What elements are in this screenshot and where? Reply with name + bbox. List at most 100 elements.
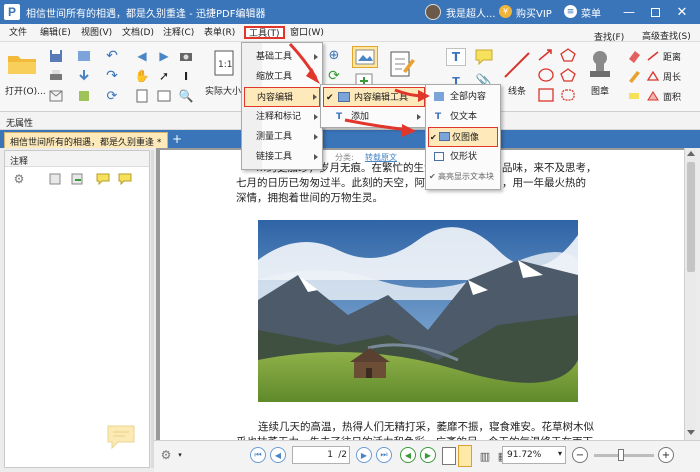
cloud-icon[interactable]: [558, 87, 578, 103]
note-icon[interactable]: [474, 48, 494, 66]
undo-icon[interactable]: ↶: [104, 48, 120, 64]
menu-view[interactable]: 视图(V): [81, 27, 112, 40]
refresh-icon[interactable]: ⟳: [326, 68, 342, 84]
back-icon[interactable]: ◀: [134, 48, 150, 64]
panel-export-icon[interactable]: [69, 171, 85, 187]
vip-icon[interactable]: ¥: [499, 5, 512, 18]
zoom-in-icon[interactable]: ⊕: [326, 47, 342, 63]
redo-icon[interactable]: ↷: [104, 68, 120, 84]
snapshot-icon[interactable]: [178, 48, 194, 64]
nav-back-icon[interactable]: ◀: [400, 447, 416, 463]
vertical-scrollbar[interactable]: [684, 148, 696, 440]
panel-splitter[interactable]: [151, 150, 154, 468]
next-page-icon[interactable]: ▶: [356, 447, 372, 463]
menu-file[interactable]: 文件: [9, 27, 27, 40]
advanced-find-icon[interactable]: [628, 27, 640, 39]
last-page-icon[interactable]: ⏭: [376, 447, 392, 463]
maximize-icon[interactable]: [648, 5, 662, 19]
eraser-icon[interactable]: [626, 48, 642, 64]
menu-edit[interactable]: 编辑(E): [40, 27, 71, 40]
gear-icon[interactable]: ⚙: [11, 171, 27, 187]
search-icon[interactable]: [578, 27, 590, 39]
minimize-icon[interactable]: —: [622, 5, 636, 19]
scroll-down-arrow-icon[interactable]: [687, 430, 695, 435]
text-box-icon[interactable]: T: [446, 48, 466, 66]
submenu-item-content-edit-tools[interactable]: ✔ 内容编辑工具: [323, 87, 425, 107]
tools-menu-item[interactable]: 基础工具: [242, 47, 322, 67]
page-input[interactable]: 1 /2: [292, 446, 350, 464]
rotate-icon[interactable]: ⟳: [104, 88, 120, 104]
save-icon[interactable]: [48, 48, 64, 64]
content-tool-shape-only[interactable]: 仅形状: [426, 147, 500, 167]
forward-icon[interactable]: ▶: [156, 48, 172, 64]
arrow-shape-icon[interactable]: [536, 47, 556, 63]
scan-icon[interactable]: [76, 48, 92, 64]
tools-menu-item-content-edit[interactable]: 内容编辑: [244, 87, 320, 107]
document-image[interactable]: [258, 220, 578, 402]
submenu-item-add[interactable]: T 添加: [321, 107, 425, 127]
continuous-view-icon[interactable]: [458, 445, 472, 467]
actual-size-label[interactable]: 实际大小: [205, 84, 241, 97]
email-icon[interactable]: [48, 88, 64, 104]
zoom-slider[interactable]: [594, 449, 654, 461]
line-icon[interactable]: [502, 50, 532, 80]
perimeter-tool[interactable]: 周长: [663, 70, 681, 83]
hand-tool-icon[interactable]: ✋: [134, 68, 150, 84]
status-settings-icon[interactable]: ⚙: [158, 447, 174, 463]
export-icon[interactable]: [76, 88, 92, 104]
pentagon-icon[interactable]: [558, 67, 578, 83]
nav-forward-icon[interactable]: ▶: [420, 447, 436, 463]
panel-import-icon[interactable]: [47, 171, 63, 187]
zoom-select[interactable]: 91.72% ▾: [502, 446, 566, 464]
scroll-up-arrow-icon[interactable]: [687, 151, 695, 156]
panel-filter-icon[interactable]: [117, 171, 133, 187]
ellipse-icon[interactable]: [536, 67, 556, 83]
rectangle-icon[interactable]: [536, 87, 556, 103]
open-folder-icon[interactable]: [6, 50, 38, 76]
main-menu-button[interactable]: 菜单: [581, 5, 601, 20]
find-button[interactable]: 查找(F): [594, 30, 624, 43]
tools-menu-item[interactable]: 链接工具: [242, 147, 322, 167]
panel-reply-icon[interactable]: [95, 171, 111, 187]
tools-menu-item[interactable]: 注释和标记: [242, 107, 322, 127]
pencil-icon[interactable]: [626, 68, 642, 84]
import-icon[interactable]: [76, 68, 92, 84]
menu-comment[interactable]: 注释(C): [163, 27, 194, 40]
select-tool-icon[interactable]: ➚: [156, 68, 172, 84]
content-tool-highlight-blocks[interactable]: ✔ 高亮显示文本块: [426, 167, 500, 187]
tools-menu-item[interactable]: 测量工具: [242, 127, 322, 147]
perimeter-icon[interactable]: [646, 70, 660, 82]
avatar[interactable]: [425, 4, 441, 20]
zoom-out-icon[interactable]: −: [572, 447, 588, 463]
lines-label[interactable]: 线条: [508, 84, 526, 97]
stamp-icon[interactable]: [586, 48, 614, 80]
menu-window[interactable]: 窗口(W): [290, 27, 324, 40]
fit-page-icon[interactable]: [134, 88, 150, 104]
zoom-icon[interactable]: 🔍: [178, 88, 194, 104]
edit-content-icon[interactable]: [352, 46, 378, 68]
single-page-view-icon[interactable]: [442, 447, 456, 465]
menu-document[interactable]: 文档(D): [122, 27, 154, 40]
print-icon[interactable]: [48, 68, 64, 84]
area-icon[interactable]: [646, 90, 660, 102]
content-tool-all[interactable]: 全部内容: [426, 87, 500, 107]
zoom-in-small-icon[interactable]: +: [658, 447, 674, 463]
close-icon[interactable]: ✕: [674, 4, 690, 20]
menu-tools[interactable]: 工具(T): [244, 26, 285, 39]
content-tool-text-only[interactable]: T 仅文本: [426, 107, 500, 127]
advanced-find-button[interactable]: 高级查找(S): [642, 29, 691, 42]
distance-icon[interactable]: [646, 50, 660, 62]
area-tool[interactable]: 面积: [663, 90, 681, 103]
menu-form[interactable]: 表单(R): [204, 27, 235, 40]
user-name[interactable]: 我是超人...: [446, 5, 496, 20]
stamp-label[interactable]: 图章: [591, 84, 609, 97]
open-button-label[interactable]: 打开(O)...: [5, 84, 46, 97]
content-tool-image-only[interactable]: ✔ 仅图像: [428, 127, 498, 147]
typewriter-icon[interactable]: [388, 48, 416, 80]
two-page-view-icon[interactable]: ▥: [476, 447, 494, 465]
vip-link[interactable]: 购买VIP: [516, 5, 552, 20]
highlight-icon[interactable]: [626, 88, 642, 104]
zoom-dropdown-icon[interactable]: ▾: [558, 449, 562, 458]
scroll-thumb[interactable]: [687, 162, 695, 272]
first-page-icon[interactable]: ⏮: [250, 447, 266, 463]
